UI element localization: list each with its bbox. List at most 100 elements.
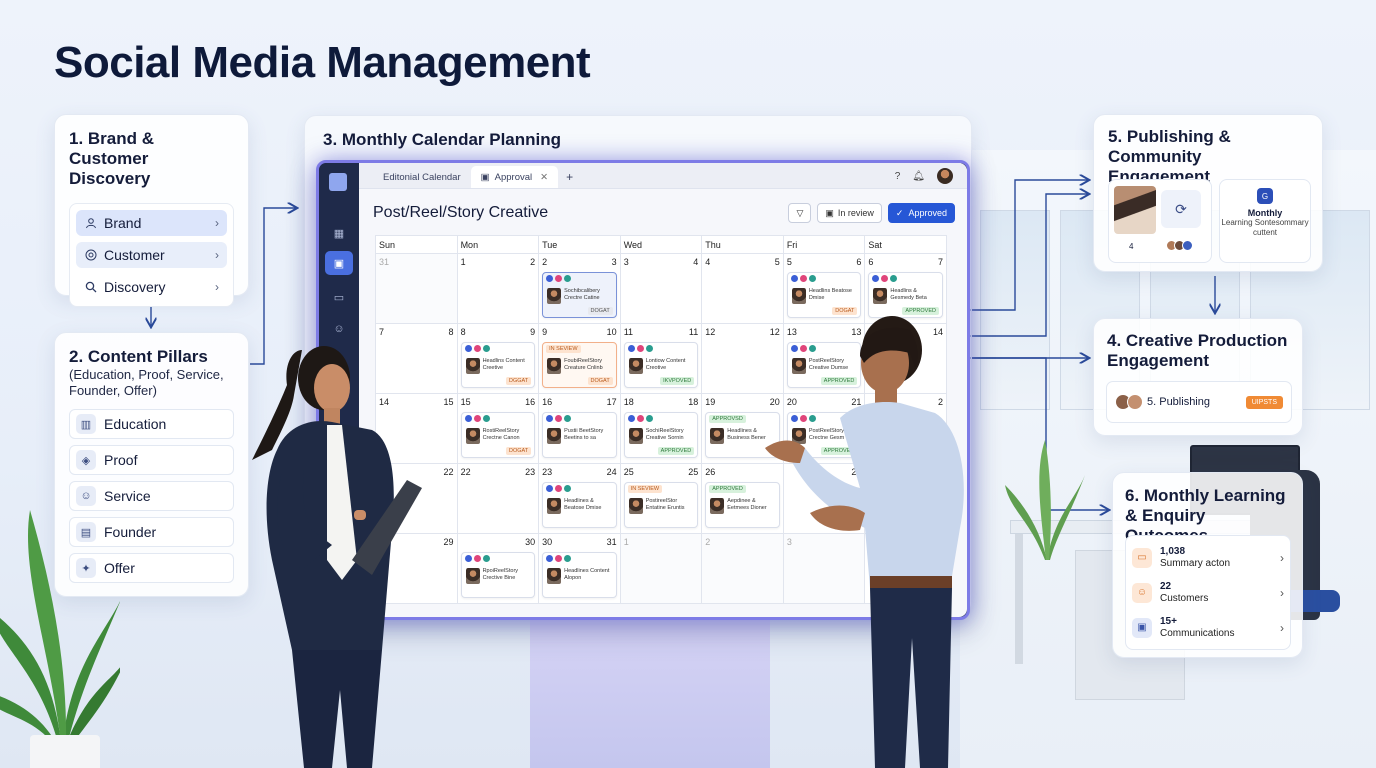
social-platform-icon: [546, 275, 554, 282]
search-icon: [84, 280, 98, 294]
post-badge: DOGAT: [587, 307, 613, 315]
publishing-preview[interactable]: ⟳ 4: [1108, 179, 1212, 263]
discovery-item-customer[interactable]: Customer ›: [76, 242, 227, 268]
discovery-item-brand[interactable]: Brand ›: [76, 210, 227, 236]
calendar-day-cell[interactable]: 1: [619, 533, 703, 604]
plant-right: [1005, 440, 1085, 560]
calendar-day-cell[interactable]: 11 11 Lontiow Content Creotive IKVPOVED: [619, 323, 703, 394]
calendar-day-cell[interactable]: 30 RpoiReelStory Crective Bine: [456, 533, 540, 604]
tab-label: Editonial Calendar: [383, 171, 461, 183]
approved-button[interactable]: ✓ Approved: [887, 203, 955, 223]
day-number: 9: [530, 327, 536, 337]
post-card[interactable]: RpoiReelStory Crective Bine: [460, 552, 536, 598]
pillar-education[interactable]: ▥ Education: [69, 409, 234, 439]
day-number: 17: [606, 397, 617, 407]
chevron-right-icon: ›: [1280, 620, 1284, 635]
folder-icon[interactable]: ▭: [325, 285, 353, 309]
post-card[interactable]: Headlines & Beatose Dmise: [542, 482, 617, 528]
calendar-day-cell[interactable]: 16 17 Pustii BeetStory Beetins to sa: [538, 393, 621, 464]
in-review-button[interactable]: ▣ In review: [817, 203, 882, 223]
brand-discovery-title: 1. Brand & Customer Discovery: [69, 129, 155, 188]
discovery-item-label: Discovery: [104, 279, 166, 295]
tab-editorial-calendar[interactable]: Editonial Calendar: [373, 166, 471, 188]
day-number: 8: [448, 327, 454, 337]
brand-discovery-card: 1. Brand & Customer Discovery Brand › Cu…: [54, 114, 249, 307]
post-text: FoubiReelStory Creature Cnlinb: [564, 358, 603, 371]
calendar-day-cell[interactable]: 31: [375, 253, 458, 324]
outcome-summary[interactable]: ▭ 1,038 Summary acton ›: [1132, 540, 1284, 575]
post-card[interactable]: SochiReelStory Creative Sornin APPROVED: [623, 412, 699, 458]
post-card[interactable]: IN SEVIEW FoubiReelStory Creature Cnlinb D…: [542, 342, 617, 388]
publishing-card: 5. Publishing & Community Engagement ⟳ 4…: [1093, 114, 1323, 272]
post-card[interactable]: Headlins Content Creetive DGGAT: [460, 342, 536, 388]
post-text: PostireelStor Entatine Eruntis: [645, 498, 685, 511]
monthly-summary[interactable]: G Monthly Learning Sontesommary cuttent: [1219, 179, 1311, 263]
post-card[interactable]: Headlines Content Alopon: [542, 552, 617, 598]
post-badge: APPROVED: [657, 447, 695, 455]
chevron-right-icon: ›: [215, 248, 219, 262]
calendar-day-cell[interactable]: 25 25 IN SEVIEW PostireelStor Entatine Erun…: [619, 463, 703, 534]
tab-approval[interactable]: ▣ Approval ✕: [470, 166, 559, 188]
calendar-day-cell[interactable]: 2 3 Sochibcalibery Crectre Catine DOGAT: [538, 253, 621, 324]
social-platform-icon: [555, 415, 563, 422]
outcomes-card: 6. Monthly Learning & Enquiry Outcomes ▭…: [1112, 472, 1303, 658]
publishing-title: 5. Publishing & Community Engagement: [1108, 127, 1231, 186]
help-icon[interactable]: ?: [895, 171, 901, 182]
day-number: 25: [688, 467, 699, 477]
calendar-day-cell[interactable]: 34: [619, 253, 703, 324]
day-number: 6: [868, 257, 874, 267]
post-card[interactable]: Sochibcalibery Crectre Catine DOGAT: [542, 272, 617, 318]
day-number: 25: [623, 467, 634, 477]
post-card[interactable]: Lontiow Content Creotive IKVPOVED: [623, 342, 699, 388]
post-thumbnail: [465, 358, 480, 374]
social-platform-icon: [799, 275, 807, 282]
social-platform-icon: [645, 345, 653, 352]
post-thumbnail: [465, 568, 480, 584]
day-number: 31: [606, 537, 617, 547]
chart-icon: ▥: [76, 414, 96, 434]
outcome-customers[interactable]: ☺ 22 Customers ›: [1132, 575, 1284, 610]
calendar-icon[interactable]: ▣: [325, 251, 353, 275]
grid-icon[interactable]: ▦: [325, 221, 353, 245]
close-icon[interactable]: ✕: [540, 172, 548, 183]
day-number: 16: [525, 397, 536, 407]
day-number: 16: [542, 397, 553, 407]
calendar-day-cell[interactable]: 8 9 Headlins Content Creetive DGGAT: [456, 323, 540, 394]
post-card[interactable]: Pustii BeetStory Beetins to sa: [542, 412, 617, 458]
social-platform-icon: [636, 345, 644, 352]
filter-button[interactable]: ▽: [788, 203, 812, 223]
day-number: 1: [623, 537, 629, 547]
social-platform-icon: [464, 415, 472, 422]
calendar-day-cell[interactable]: 18 18 SochiReelStory Creative Sornin APPROV…: [619, 393, 703, 464]
day-number: 19: [705, 397, 716, 407]
social-platform-icon: [564, 555, 572, 562]
discovery-item-discovery[interactable]: Discovery ›: [76, 274, 227, 300]
post-status-badge: IN SEVIEW: [546, 345, 581, 353]
day-number: 22: [443, 467, 454, 477]
calendar-day-cell[interactable]: 23 24 Headlines & Beatose Dmise: [538, 463, 621, 534]
day-number: 10: [606, 327, 617, 337]
post-text: Headlins & Gesmedy Beta: [890, 288, 927, 301]
post-card[interactable]: IN SEVIEW PostireelStor Entatine Eruntis: [623, 482, 699, 528]
avatar[interactable]: [937, 168, 953, 184]
calendar-day-cell[interactable]: 12: [456, 253, 540, 324]
publishing-row[interactable]: 5. Publishing UIPSTS: [1106, 381, 1292, 423]
avatar-group: [1115, 394, 1143, 410]
calendar-day-cell[interactable]: 30 31 Headlines Content Alopon: [538, 533, 621, 604]
social-platform-icon: [473, 415, 481, 422]
calendar-day-cell[interactable]: 22 23: [456, 463, 540, 534]
day-number: 12: [705, 327, 716, 337]
add-tab-icon[interactable]: +: [558, 166, 581, 188]
outcome-communications[interactable]: ▣ 15+ Communications ›: [1132, 610, 1284, 645]
check-icon: ✓: [895, 207, 904, 218]
bell-icon[interactable]: 🔔︎: [912, 171, 925, 182]
day-number: 23: [525, 467, 536, 477]
social-platform-icon: [564, 485, 572, 492]
screen-stand: [530, 620, 770, 768]
calendar-day-cell[interactable]: 15 16 RostiReelStory Crectne Canon DOGAT: [456, 393, 540, 464]
social-platform-icon: [555, 555, 563, 562]
calendar-day-cell[interactable]: 9 10 IN SEVIEW FoubiReelStory Creature Cnli…: [538, 323, 621, 394]
social-platform-icon: [564, 275, 572, 282]
avatar-group: [1166, 240, 1193, 251]
post-card[interactable]: RostiReelStory Crectne Canon DOGAT: [460, 412, 536, 458]
